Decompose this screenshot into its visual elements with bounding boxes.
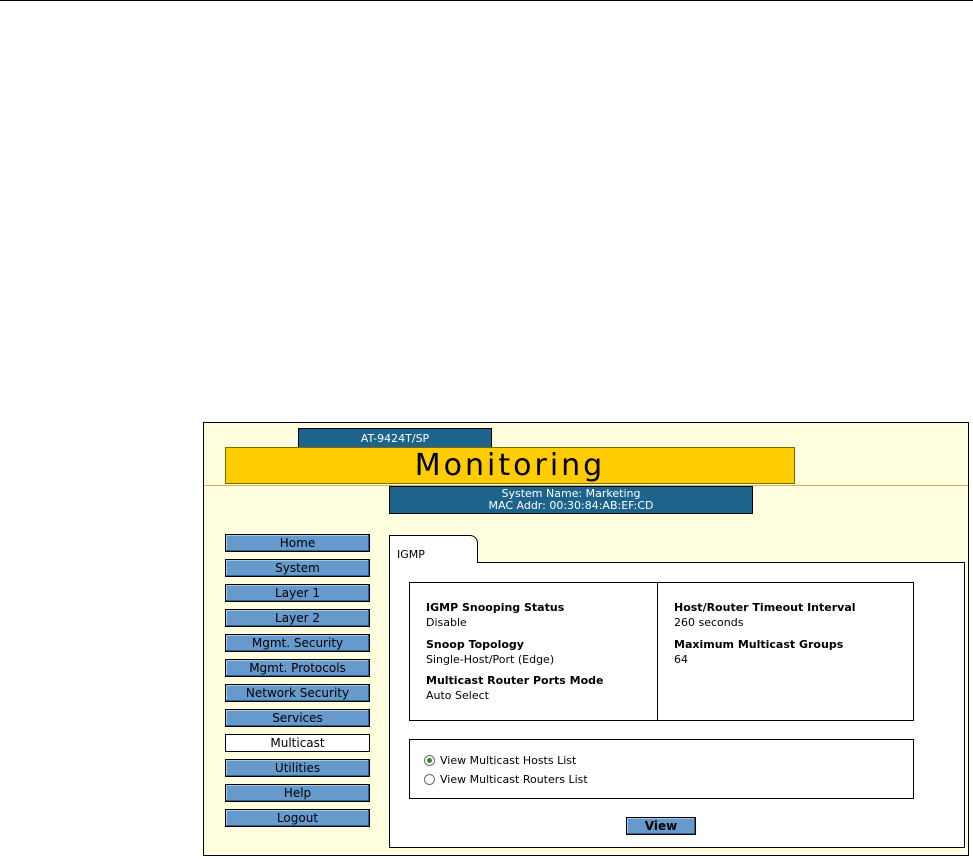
page-title: Monitoring xyxy=(225,447,795,484)
nav-layer1-button[interactable]: Layer 1 xyxy=(225,584,370,602)
monitoring-frame: AT-9424T/SP Monitoring System Name: Mark… xyxy=(203,422,969,856)
router-ports-mode-value: Auto Select xyxy=(426,689,489,702)
timeout-interval-value: 260 seconds xyxy=(674,616,744,629)
system-info-bar: System Name: Marketing MAC Addr: 00:30:8… xyxy=(389,486,753,514)
tab-igmp[interactable]: IGMP xyxy=(389,535,478,563)
nav-help-button[interactable]: Help xyxy=(225,784,370,802)
snooping-status-value: Disable xyxy=(426,616,467,629)
nav-layer2-button[interactable]: Layer 2 xyxy=(225,609,370,627)
igmp-status-box: IGMP Snooping Status Disable Snoop Topol… xyxy=(409,582,914,721)
max-groups-value: 64 xyxy=(674,653,688,666)
hosts-radio-label: View Multicast Hosts List xyxy=(440,754,577,767)
view-options-box: View Multicast Hosts List View Multicast… xyxy=(409,739,914,799)
routers-option-row[interactable]: View Multicast Routers List xyxy=(424,773,588,787)
igmp-panel: IGMP Snooping Status Disable Snoop Topol… xyxy=(389,562,965,848)
mac-address: MAC Addr: 00:30:84:AB:EF:CD xyxy=(488,499,654,512)
nav-mgmt-security-button[interactable]: Mgmt. Security xyxy=(225,634,370,652)
max-groups-label: Maximum Multicast Groups xyxy=(674,638,844,651)
snooping-status-label: IGMP Snooping Status xyxy=(426,601,565,614)
routers-radio[interactable] xyxy=(424,774,435,785)
nav-network-security-button[interactable]: Network Security xyxy=(225,684,370,702)
hosts-option-row[interactable]: View Multicast Hosts List xyxy=(424,754,576,768)
nav-logout-button[interactable]: Logout xyxy=(225,809,370,827)
timeout-interval-label: Host/Router Timeout Interval xyxy=(674,601,856,614)
nav-utilities-button[interactable]: Utilities xyxy=(225,759,370,777)
model-tab: AT-9424T/SP xyxy=(298,428,492,449)
nav-mgmt-protocols-button[interactable]: Mgmt. Protocols xyxy=(225,659,370,677)
view-button[interactable]: View xyxy=(626,817,696,835)
snoop-topology-value: Single-Host/Port (Edge) xyxy=(426,653,555,666)
router-ports-mode-label: Multicast Router Ports Mode xyxy=(426,674,604,687)
snoop-topology-label: Snoop Topology xyxy=(426,638,524,651)
nav-system-button[interactable]: System xyxy=(225,559,370,577)
top-rule xyxy=(0,0,973,1)
info-divider xyxy=(657,583,658,720)
hosts-radio[interactable] xyxy=(424,755,435,766)
routers-radio-label: View Multicast Routers List xyxy=(440,773,588,786)
nav-services-button[interactable]: Services xyxy=(225,709,370,727)
nav-multicast-button[interactable]: Multicast xyxy=(225,734,370,752)
nav-home-button[interactable]: Home xyxy=(225,534,370,552)
